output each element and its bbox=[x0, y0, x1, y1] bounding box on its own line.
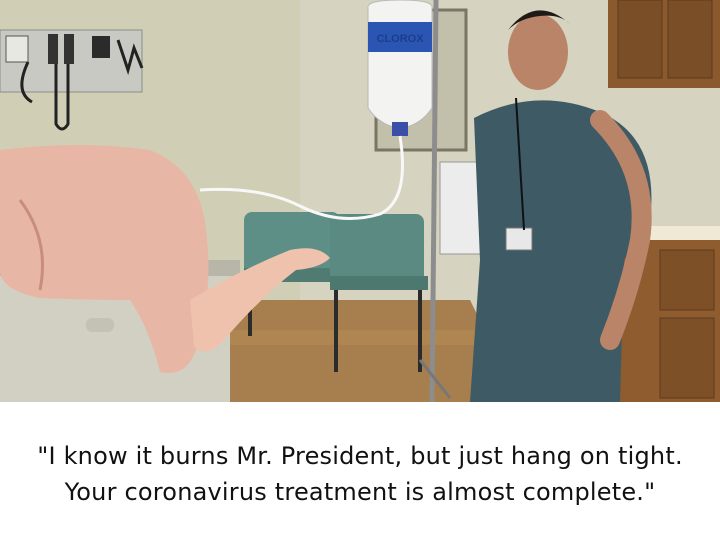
meme-caption: "I know it burns Mr. President, but just… bbox=[37, 441, 683, 506]
bottle-label: CLOROX bbox=[376, 33, 424, 45]
meme-photo: CLOROX bbox=[0, 0, 720, 402]
caption-area: "I know it burns Mr. President, but just… bbox=[0, 402, 720, 545]
bleach-bottle: CLOROX bbox=[367, 0, 433, 136]
hospital-room-scene: CLOROX bbox=[0, 0, 720, 402]
